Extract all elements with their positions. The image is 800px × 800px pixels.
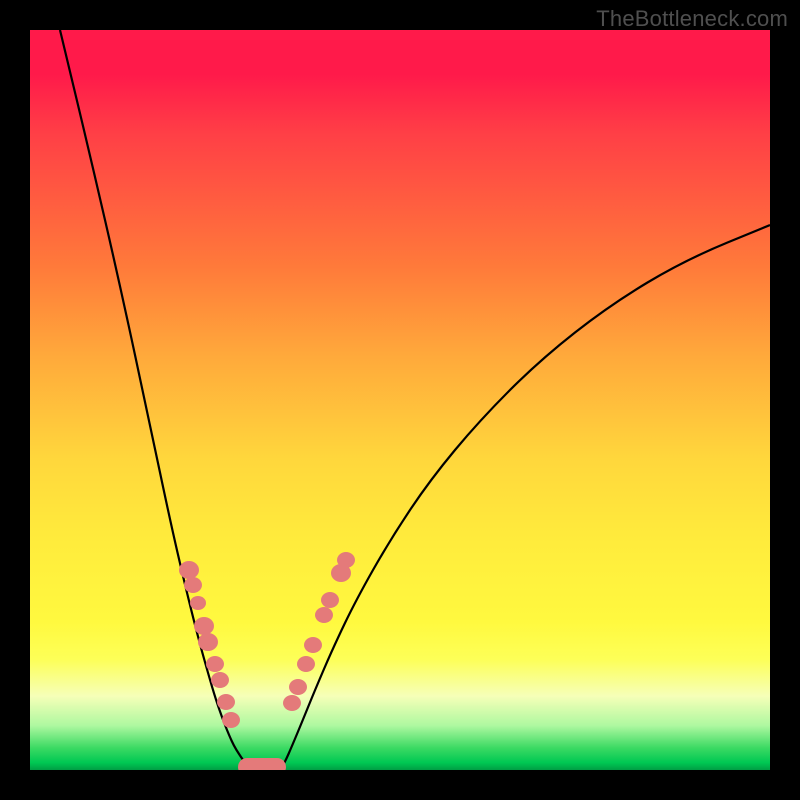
plot-area — [30, 30, 770, 770]
marker-dot — [198, 633, 218, 651]
marker-dot — [321, 592, 339, 608]
marker-dots — [179, 552, 355, 728]
bottom-marker-pill — [238, 758, 286, 770]
marker-dot — [217, 694, 235, 710]
marker-dot — [297, 656, 315, 672]
marker-dot — [206, 656, 224, 672]
marker-dot — [179, 561, 199, 579]
marker-dot — [222, 712, 240, 728]
marker-dot — [194, 617, 214, 635]
marker-dot — [315, 607, 333, 623]
marker-dot — [184, 577, 202, 593]
curve-overlay — [30, 30, 770, 770]
marker-dot — [337, 552, 355, 568]
marker-dot — [304, 637, 322, 653]
right-branch-curve — [280, 225, 770, 770]
marker-dot — [211, 672, 229, 688]
marker-dot — [190, 596, 206, 610]
marker-dot — [289, 679, 307, 695]
watermark-text: TheBottleneck.com — [596, 6, 788, 32]
chart-frame: TheBottleneck.com — [0, 0, 800, 800]
marker-dot — [283, 695, 301, 711]
